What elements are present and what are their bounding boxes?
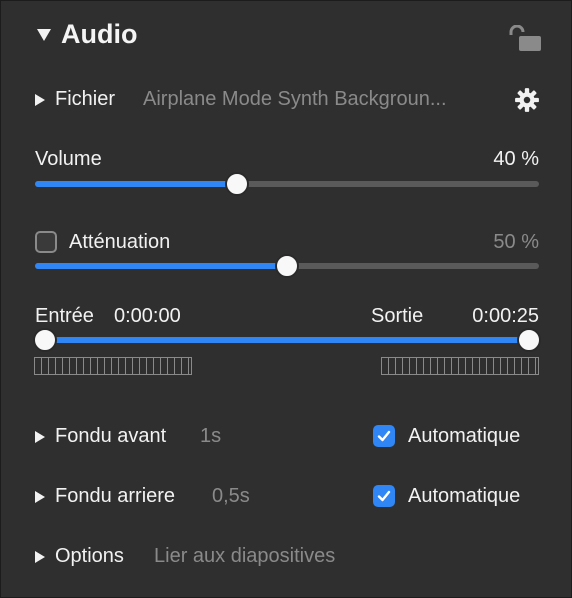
volume-slider-fill (35, 181, 237, 187)
start-waveform-thumbnail (34, 357, 192, 375)
fade-out-auto-label: Automatique (408, 485, 521, 507)
checkmark-icon (377, 430, 391, 442)
disclosure-triangle-down-icon (37, 28, 51, 41)
end-label: Sortie (371, 305, 424, 327)
volume-slider[interactable] (35, 172, 539, 196)
file-name: Airplane Mode Synth Backgroun... (143, 88, 447, 110)
volume-value: 40 % (493, 148, 539, 170)
fade-out-value: 0,5s (212, 485, 250, 507)
volume-slider-knob[interactable] (224, 172, 249, 196)
fade-in-label: Fondu avant (55, 425, 167, 447)
trim-range-fill (45, 337, 529, 343)
trim-end-knob[interactable] (517, 328, 541, 352)
volume-label: Volume (35, 148, 102, 170)
options-value: Lier aux diapositives (154, 545, 336, 567)
fade-out-auto-checkbox[interactable] (373, 485, 395, 507)
fade-out-row[interactable]: Fondu arriere (35, 485, 175, 508)
end-time: 0:00:25 (472, 305, 539, 327)
audio-panel: Audio Fichier Airplane Mode Synth Backgr… (0, 0, 572, 598)
attenuation-label: Atténuation (69, 231, 171, 253)
options-label: Options (55, 545, 124, 567)
attenuation-slider-fill (35, 263, 287, 269)
unlocked-lock-icon[interactable] (507, 25, 541, 51)
end-waveform-thumbnail (381, 357, 539, 375)
attenuation-slider[interactable] (35, 254, 539, 278)
fade-in-row[interactable]: Fondu avant (35, 425, 166, 448)
file-label: Fichier (55, 88, 116, 110)
options-row[interactable]: Options (35, 545, 124, 568)
audio-section-header[interactable]: Audio (37, 19, 137, 50)
disclosure-triangle-right-icon (35, 550, 45, 563)
gear-icon[interactable] (514, 87, 540, 113)
disclosure-triangle-right-icon (35, 430, 45, 443)
fade-in-auto-label: Automatique (408, 425, 521, 447)
attenuation-checkbox[interactable] (35, 231, 57, 253)
checkmark-icon (377, 490, 391, 502)
trim-start-knob[interactable] (33, 328, 57, 352)
fade-out-label: Fondu arriere (55, 485, 176, 507)
attenuation-slider-knob[interactable] (275, 254, 299, 278)
attenuation-value: 50 % (493, 231, 539, 253)
file-row[interactable]: Fichier (35, 88, 115, 111)
start-time: 0:00:00 (114, 305, 181, 327)
fade-in-auto-checkbox[interactable] (373, 425, 395, 447)
start-label: Entrée (35, 305, 94, 327)
disclosure-triangle-right-icon (35, 93, 45, 106)
section-title: Audio (61, 19, 138, 49)
fade-in-value: 1s (200, 425, 222, 447)
trim-slider[interactable] (33, 328, 541, 352)
disclosure-triangle-right-icon (35, 490, 45, 503)
